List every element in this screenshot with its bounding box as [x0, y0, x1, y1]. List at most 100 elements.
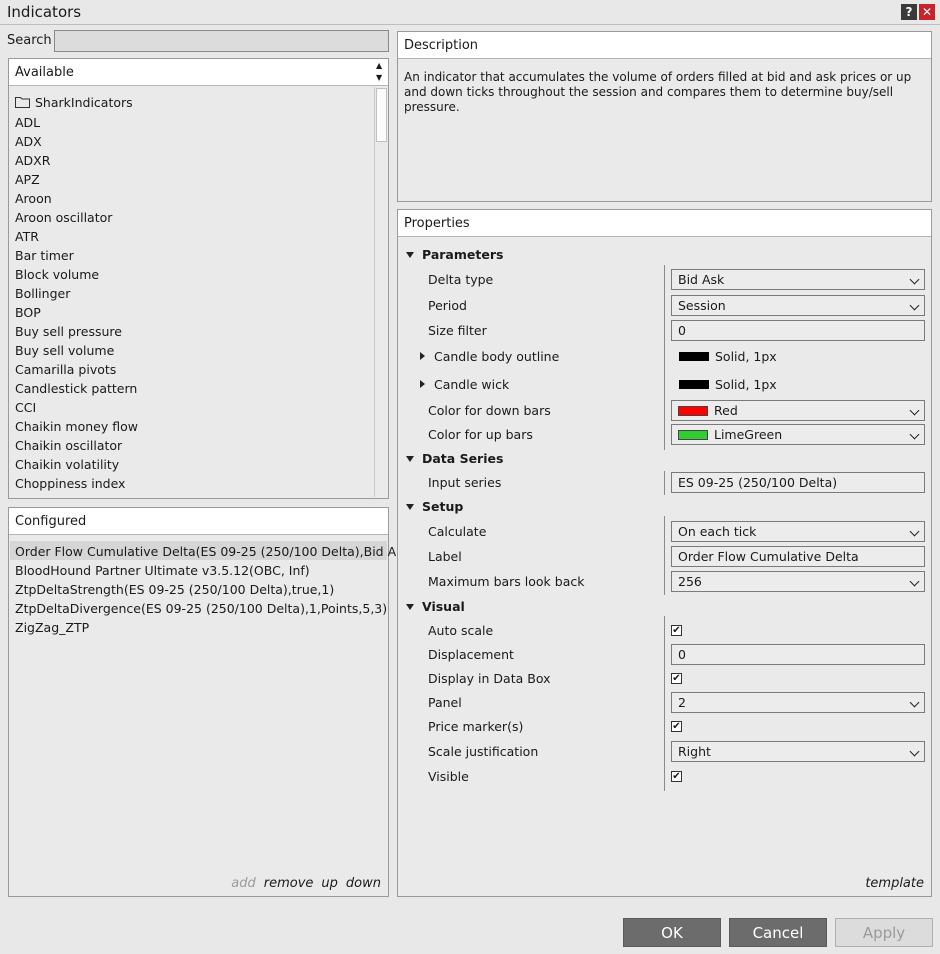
- list-item[interactable]: Candlestick pattern: [15, 381, 137, 396]
- stroke-swatch: [679, 352, 709, 361]
- properties-title: Properties: [404, 216, 470, 231]
- template-link[interactable]: template: [865, 876, 924, 891]
- list-item[interactable]: Buy sell pressure: [15, 324, 122, 339]
- size-filter-input[interactable]: 0: [671, 320, 925, 341]
- expand-caret-icon[interactable]: [420, 380, 425, 388]
- configured-actions: add remove up down: [223, 876, 381, 891]
- available-scrollbar[interactable]: [374, 87, 388, 497]
- list-item[interactable]: Choppiness index: [15, 476, 125, 491]
- displacement-input[interactable]: 0: [671, 644, 925, 665]
- configured-title: Configured: [15, 514, 87, 529]
- list-item[interactable]: Bar timer: [15, 248, 74, 263]
- folder-item[interactable]: SharkIndicators: [15, 95, 133, 110]
- auto-scale-checkbox[interactable]: ✔: [671, 625, 682, 636]
- max-bars-label: Maximum bars look back: [428, 574, 585, 589]
- label-input[interactable]: Order Flow Cumulative Delta: [671, 546, 925, 567]
- configured-item[interactable]: ZtpDeltaDivergence(ES 09-25 (250/100 Del…: [15, 601, 387, 616]
- collapse-caret-icon[interactable]: [406, 456, 414, 462]
- list-item[interactable]: ADXR: [15, 153, 50, 168]
- available-title: Available: [15, 65, 74, 80]
- list-item[interactable]: Chaikin oscillator: [15, 438, 122, 453]
- description-text: An indicator that accumulates the volume…: [404, 70, 912, 114]
- list-item[interactable]: Aroon oscillator: [15, 210, 112, 225]
- available-header: Available ▲ ▼: [9, 59, 388, 86]
- search-input[interactable]: [54, 30, 389, 52]
- candle-wick-value[interactable]: Solid, 1px: [679, 377, 777, 392]
- candle-wick-text: Solid, 1px: [715, 377, 777, 392]
- close-icon[interactable]: ✕: [919, 4, 935, 20]
- candle-wick-label: Candle wick: [434, 377, 510, 392]
- input-series-label: Input series: [428, 475, 502, 490]
- apply-button[interactable]: Apply: [835, 918, 933, 947]
- price-markers-checkbox[interactable]: ✔: [671, 721, 682, 732]
- list-item[interactable]: Camarilla pivots: [15, 362, 116, 377]
- title-bar: Indicators ? ✕: [0, 0, 940, 25]
- color-down-value: Red: [714, 403, 738, 418]
- collapse-caret-icon[interactable]: [406, 604, 414, 610]
- group-parameters[interactable]: Parameters: [422, 247, 503, 262]
- delta-type-label: Delta type: [428, 272, 494, 287]
- add-link[interactable]: add: [231, 876, 255, 891]
- cancel-button[interactable]: Cancel: [729, 918, 827, 947]
- input-series-field[interactable]: ES 09-25 (250/100 Delta): [671, 472, 925, 493]
- candle-body-outline-value[interactable]: Solid, 1px: [679, 349, 777, 364]
- list-item[interactable]: ADX: [15, 134, 42, 149]
- list-item[interactable]: ATR: [15, 229, 39, 244]
- column-divider: [664, 516, 665, 595]
- color-up-value: LimeGreen: [714, 427, 783, 442]
- folder-icon: [15, 97, 30, 108]
- ok-button[interactable]: OK: [623, 918, 721, 947]
- list-item[interactable]: Aroon: [15, 191, 52, 206]
- group-setup[interactable]: Setup: [422, 499, 463, 514]
- list-item[interactable]: APZ: [15, 172, 40, 187]
- remove-link[interactable]: remove: [264, 876, 314, 891]
- list-item[interactable]: Chaikin volatility: [15, 457, 119, 472]
- group-data-series[interactable]: Data Series: [422, 451, 503, 466]
- visible-label: Visible: [428, 769, 469, 784]
- sort-arrows-icon[interactable]: ▲ ▼: [376, 60, 382, 84]
- panel-select[interactable]: 2: [671, 692, 925, 713]
- folder-label: SharkIndicators: [35, 95, 133, 110]
- list-item[interactable]: Bollinger: [15, 286, 70, 301]
- max-bars-select[interactable]: 256: [671, 571, 925, 592]
- configured-item[interactable]: BloodHound Partner Ultimate v3.5.12(OBC,…: [15, 563, 310, 578]
- expand-caret-icon[interactable]: [420, 352, 425, 360]
- period-label: Period: [428, 298, 467, 313]
- list-item[interactable]: BOP: [15, 305, 41, 320]
- scale-justification-select[interactable]: Right: [671, 741, 925, 762]
- list-item[interactable]: ADL: [15, 115, 40, 130]
- color-down-label: Color for down bars: [428, 403, 551, 418]
- display-data-box-checkbox[interactable]: ✔: [671, 673, 682, 684]
- delta-type-select[interactable]: Bid Ask: [671, 269, 925, 290]
- group-visual[interactable]: Visual: [422, 599, 465, 614]
- properties-panel: Properties Parameters Delta type Bid Ask…: [397, 209, 932, 897]
- color-down-select[interactable]: Red: [671, 400, 925, 421]
- list-item[interactable]: Chaikin money flow: [15, 419, 138, 434]
- down-link[interactable]: down: [346, 876, 381, 891]
- auto-scale-label: Auto scale: [428, 623, 494, 638]
- search-label: Search: [7, 33, 52, 48]
- scrollbar-thumb[interactable]: [376, 88, 387, 142]
- list-item[interactable]: Buy sell volume: [15, 343, 114, 358]
- configured-item[interactable]: ZigZag_ZTP: [15, 620, 89, 635]
- configured-header: Configured: [9, 508, 388, 535]
- collapse-caret-icon[interactable]: [406, 252, 414, 258]
- candle-body-outline-label: Candle body outline: [434, 349, 560, 364]
- window-title: Indicators: [7, 3, 82, 21]
- list-item[interactable]: CCI: [15, 400, 36, 415]
- collapse-caret-icon[interactable]: [406, 504, 414, 510]
- color-up-select[interactable]: LimeGreen: [671, 424, 925, 445]
- help-icon[interactable]: ?: [901, 4, 917, 20]
- configured-panel: Configured Order Flow Cumulative Delta(E…: [8, 507, 408, 897]
- visible-checkbox[interactable]: ✔: [671, 771, 682, 782]
- column-divider: [664, 616, 665, 791]
- configured-item[interactable]: ZtpDeltaStrength(ES 09-25 (250/100 Delta…: [15, 582, 334, 597]
- configured-item[interactable]: Order Flow Cumulative Delta(ES 09-25 (25…: [15, 544, 408, 559]
- period-select[interactable]: Session: [671, 295, 925, 316]
- price-markers-label: Price marker(s): [428, 719, 524, 734]
- calculate-select[interactable]: On each tick: [671, 521, 925, 542]
- scale-justification-label: Scale justification: [428, 744, 539, 759]
- up-link[interactable]: up: [321, 876, 338, 891]
- stroke-swatch: [679, 380, 709, 389]
- list-item[interactable]: Block volume: [15, 267, 99, 282]
